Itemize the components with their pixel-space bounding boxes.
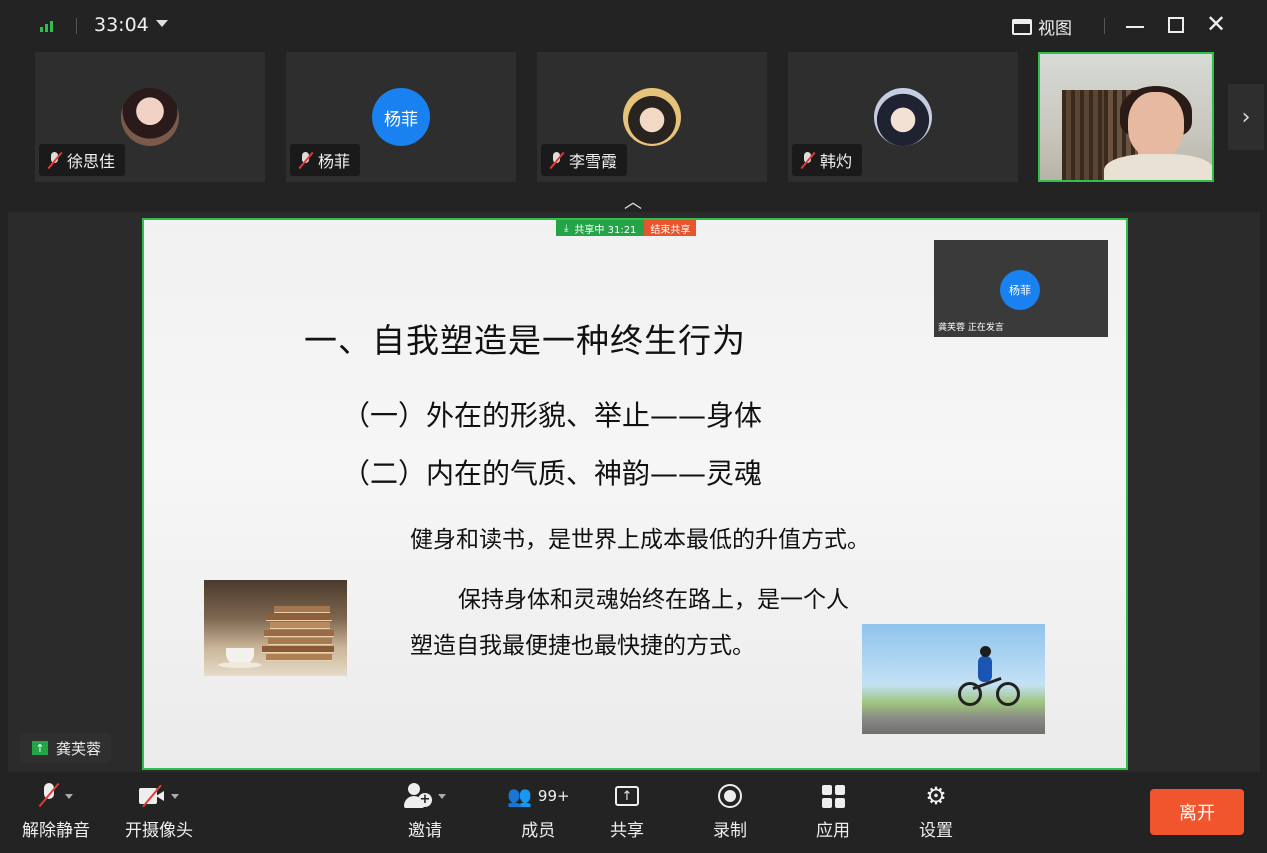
unmute-button[interactable]: 解除静音	[22, 780, 90, 841]
avatar	[121, 88, 179, 146]
layout-icon	[1012, 18, 1032, 35]
name-tag: 徐思佳	[39, 144, 126, 176]
apps-icon	[821, 784, 845, 808]
view-label: 视图	[1038, 19, 1072, 39]
camera-label: 开摄像头	[125, 821, 193, 841]
avatar	[623, 88, 681, 146]
mic-muted-icon	[549, 151, 563, 169]
members-count: 99+	[537, 787, 570, 805]
maximize-icon[interactable]	[1168, 17, 1184, 33]
chevron-down-icon[interactable]	[171, 793, 179, 799]
title-separator	[76, 18, 77, 34]
close-icon[interactable]: ✕	[1206, 12, 1226, 36]
invite-button[interactable]: + 邀请	[404, 780, 446, 841]
share-status[interactable]: ⤓ 共享中 31:21	[556, 220, 645, 236]
share-status-text: 共享中 31:21	[574, 224, 637, 236]
avatar	[874, 88, 932, 146]
shared-slide: ⤓ 共享中 31:21 结束共享 一、自我塑造是一种终生行为 （一）外在的形貌、…	[142, 218, 1128, 770]
name-tag: 韩灼	[792, 144, 863, 176]
mic-muted-icon	[298, 151, 312, 169]
slide-paragraph: 塑造自我最便捷也最快捷的方式。	[410, 633, 755, 659]
participant-name: 杨菲	[318, 152, 351, 171]
slide-paragraph: 保持身体和灵魂始终在路上，是一个人	[458, 587, 849, 613]
participant-tile[interactable]: 杨菲 杨菲	[286, 52, 516, 182]
name-tag: 李雪霞	[541, 144, 628, 176]
stop-share-button[interactable]: 结束共享	[644, 220, 697, 236]
signal-icon[interactable]	[40, 18, 53, 32]
add-user-icon: +	[404, 783, 432, 809]
record-label: 录制	[713, 821, 747, 841]
apps-label: 应用	[816, 821, 850, 841]
view-button[interactable]: 视图	[1012, 14, 1072, 39]
name-tag: 杨菲	[290, 144, 361, 176]
participant-tile[interactable]: 李雪霞	[537, 52, 767, 182]
chevron-up-icon[interactable]: ︿	[624, 188, 642, 214]
gear-icon: ⚙	[925, 782, 947, 810]
presenter-tag: ↑ 龚芙蓉	[20, 733, 112, 763]
speaker-image	[1128, 92, 1184, 158]
slide-paragraph: 健身和读书，是世界上成本最低的升值方式。	[410, 527, 870, 553]
books-image	[204, 580, 347, 676]
participant-name: 李雪霞	[569, 152, 618, 171]
mic-muted-icon	[39, 783, 59, 809]
title-bar: 33:04 视图 ✕	[0, 0, 1267, 52]
participant-strip: 徐思佳 杨菲 杨菲 李雪霞 韩灼 ›	[0, 52, 1267, 184]
members-label: 成员	[521, 821, 556, 841]
settings-button[interactable]: ⚙ 设置	[919, 780, 953, 841]
members-button[interactable]: 👥 99+ 成员	[507, 780, 570, 841]
unmute-label: 解除静音	[22, 821, 90, 841]
speaking-caption: 龚芙蓉 正在发言	[938, 323, 1004, 333]
share-status-bar: ⤓ 共享中 31:21 结束共享	[556, 220, 697, 236]
camera-button[interactable]: 开摄像头	[125, 780, 193, 841]
meeting-toolbar: 解除静音 开摄像头 + 邀请 👥 99+ 成员 ↑ 共享 录制 应用 ⚙ 设置	[0, 772, 1267, 853]
participant-tile[interactable]: 韩灼	[788, 52, 1018, 182]
sharing-icon: ↑	[32, 741, 48, 755]
meeting-window: 33:04 视图 ✕ 徐思佳 杨菲 杨菲 李雪霞 韩灼 › ︿ ⤓ 共享中 31…	[0, 0, 1267, 853]
chevron-down-icon[interactable]	[156, 20, 168, 27]
download-icon: ⤓	[564, 222, 569, 234]
share-screen-icon: ↑	[615, 786, 639, 806]
invite-label: 邀请	[408, 821, 442, 841]
slide-subheading: （一）外在的形貌、举止——身体	[342, 399, 763, 432]
speaker-thumbnail[interactable]: 杨菲 龚芙蓉 正在发言	[934, 240, 1108, 337]
share-label: 共享	[610, 821, 644, 841]
record-button[interactable]: 录制	[713, 780, 747, 841]
participant-tile[interactable]: 徐思佳	[35, 52, 265, 182]
cyclist-image	[862, 624, 1045, 734]
settings-label: 设置	[919, 821, 953, 841]
chevron-right-icon[interactable]: ›	[1228, 84, 1264, 150]
title-separator	[1104, 18, 1105, 34]
record-icon	[718, 784, 742, 808]
share-stage: ⤓ 共享中 31:21 结束共享 一、自我塑造是一种终生行为 （一）外在的形貌、…	[8, 212, 1260, 772]
slide-title: 一、自我塑造是一种终生行为	[304, 321, 746, 360]
members-icon: 👥	[507, 784, 532, 808]
minimize-icon[interactable]	[1126, 26, 1144, 28]
chevron-down-icon[interactable]	[65, 793, 73, 799]
camera-off-icon	[139, 784, 165, 808]
active-speaker-video[interactable]	[1038, 52, 1214, 182]
presenter-name: 龚芙蓉	[56, 739, 102, 758]
participant-name: 徐思佳	[67, 152, 116, 171]
share-button[interactable]: ↑ 共享	[610, 780, 644, 841]
meeting-timer: 33:04	[94, 14, 149, 36]
background-screen	[1062, 90, 1104, 180]
slide-subheading: （二）内在的气质、神韵——灵魂	[342, 457, 763, 490]
leave-button[interactable]: 离开	[1150, 789, 1244, 835]
chevron-down-icon[interactable]	[438, 793, 446, 799]
avatar: 杨菲	[1000, 270, 1040, 310]
mic-muted-icon	[800, 151, 814, 169]
speaker-image	[1104, 154, 1212, 180]
avatar: 杨菲	[372, 88, 430, 146]
mic-muted-icon	[47, 151, 61, 169]
apps-button[interactable]: 应用	[816, 780, 850, 841]
participant-name: 韩灼	[820, 152, 853, 171]
